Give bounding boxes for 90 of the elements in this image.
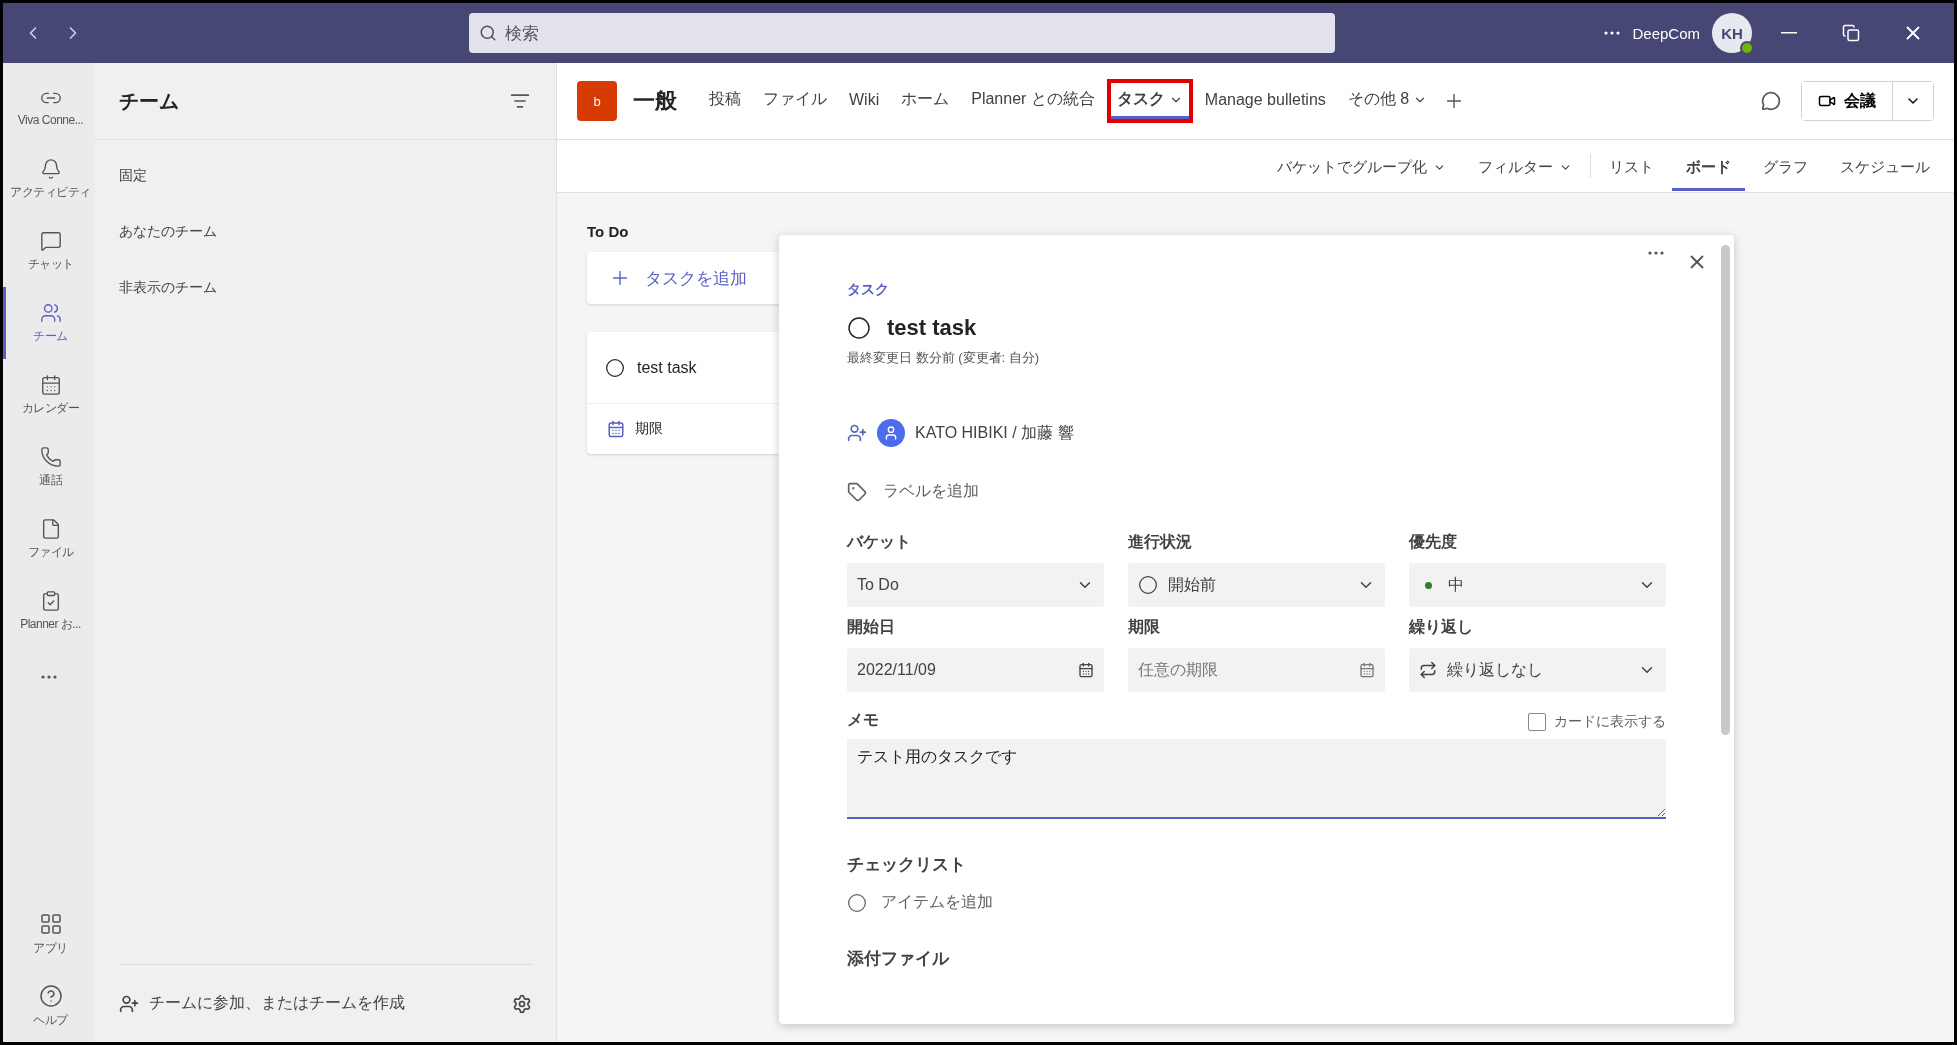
show-on-card-checkbox[interactable]: カードに表示する xyxy=(1528,713,1666,731)
search-icon xyxy=(479,24,497,42)
app-icon xyxy=(39,301,62,324)
modified-text: 最終変更日 数分前 (変更者: 自分) xyxy=(847,349,1041,367)
filter-icon[interactable] xyxy=(510,91,530,111)
app-icon xyxy=(39,157,62,180)
channel-tab[interactable]: Planner との統合 xyxy=(965,83,1101,119)
rail-item[interactable]: Planner お... xyxy=(3,575,95,647)
scrollbar[interactable] xyxy=(1721,245,1730,735)
field-label: 繰り返し xyxy=(1409,617,1474,637)
dropdown-field[interactable]: 繰り返しなし xyxy=(1409,648,1666,692)
view-dropdown[interactable]: バケットでグループ化 xyxy=(1263,147,1460,191)
field-label: 優先度 xyxy=(1409,532,1458,552)
circle-icon xyxy=(847,892,867,913)
assign-icon[interactable] xyxy=(847,423,867,443)
view-tab[interactable]: グラフ xyxy=(1749,147,1822,191)
channel-tab[interactable]: その他 8 xyxy=(1341,83,1434,119)
calendar-icon xyxy=(1359,662,1375,678)
calendar-icon xyxy=(607,420,625,438)
channel-tab[interactable]: Wiki xyxy=(843,83,886,119)
app-icon xyxy=(39,373,62,396)
grid-icon xyxy=(38,911,63,936)
field-label: メモ xyxy=(847,710,879,730)
more-icon xyxy=(1648,251,1664,255)
field-label: 進行状況 xyxy=(1128,532,1193,552)
date-field[interactable]: 任意の期限 xyxy=(1128,648,1385,692)
dropdown-field[interactable]: To Do xyxy=(847,563,1104,607)
calendar-icon xyxy=(1078,662,1094,678)
sidebar-section[interactable]: 非表示のチーム xyxy=(95,260,556,316)
task-checkbox[interactable] xyxy=(605,357,625,378)
sidebar-section[interactable]: 固定 xyxy=(95,148,556,204)
settings-icon[interactable] xyxy=(512,993,532,1014)
channel-tab[interactable]: ホーム xyxy=(895,83,956,119)
assignee-name: KATO HIBIKI / 加藤 響 xyxy=(915,422,1074,443)
attachments-heading: 添付ファイル xyxy=(847,948,951,970)
bucket-title: To Do xyxy=(587,223,630,240)
app-icon xyxy=(39,445,62,468)
more-icon[interactable] xyxy=(1604,31,1621,35)
join-team-link[interactable]: チームに参加、またはチームを作成 xyxy=(149,993,405,1014)
priority-dot-icon xyxy=(1425,581,1432,589)
date-field[interactable]: 2022/11/09 xyxy=(847,648,1104,692)
person-icon xyxy=(883,425,899,441)
rail-item[interactable]: アプリ xyxy=(3,898,95,970)
circle-icon xyxy=(1138,575,1158,595)
more-apps-icon[interactable] xyxy=(41,675,57,679)
join-team-icon xyxy=(119,993,139,1014)
view-dropdown[interactable]: フィルター xyxy=(1464,147,1586,191)
field-label: 開始日 xyxy=(847,617,896,637)
minimize-icon xyxy=(1781,32,1797,34)
dropdown-field[interactable]: 開始前 xyxy=(1128,563,1385,607)
org-name: DeepCom xyxy=(1632,24,1700,42)
dropdown-field[interactable]: 中 xyxy=(1409,563,1666,607)
panel-heading: タスク xyxy=(847,281,890,299)
app-icon xyxy=(39,229,62,252)
rail-item[interactable]: 通話 xyxy=(3,431,95,503)
memo-field[interactable]: テスト用のタスクです xyxy=(847,739,1666,819)
view-tab[interactable]: リスト xyxy=(1595,147,1668,191)
task-checkbox[interactable] xyxy=(847,316,871,340)
channel-tab[interactable]: ファイル xyxy=(757,83,833,119)
team-badge: b xyxy=(577,81,617,121)
add-item-button[interactable]: アイテムを追加 xyxy=(847,892,993,913)
view-tab[interactable]: スケジュール xyxy=(1826,147,1944,191)
chat-bubble-icon xyxy=(1761,91,1781,111)
view-tab[interactable]: ボード xyxy=(1672,147,1745,191)
task-title: test task xyxy=(637,358,697,377)
channel-tab[interactable]: 投稿 xyxy=(703,83,747,119)
add-label-button[interactable]: ラベルを追加 xyxy=(847,481,979,502)
channel-name: 一般 xyxy=(633,87,677,115)
field-label: 期限 xyxy=(1128,617,1161,637)
task-title: test task xyxy=(887,315,977,341)
rail-item[interactable]: ヘルプ xyxy=(3,970,95,1042)
meeting-button[interactable]: 会議 xyxy=(1802,82,1893,120)
repeat-icon xyxy=(1419,661,1437,679)
rail-item[interactable]: ファイル xyxy=(3,503,95,575)
rail-item[interactable]: カレンダー xyxy=(3,359,95,431)
channel-tab[interactable]: Manage bulletins xyxy=(1198,83,1332,119)
field-label: バケット xyxy=(847,532,912,552)
rail-item[interactable]: アクティビティ xyxy=(3,143,95,215)
channel-tab[interactable]: タスク xyxy=(1110,83,1189,119)
rail-item[interactable]: Viva Conne... xyxy=(3,71,95,143)
rail-item[interactable]: チャット xyxy=(3,215,95,287)
sidebar-title: チーム xyxy=(119,88,179,114)
user-avatar[interactable]: KH xyxy=(1712,13,1752,53)
search-field[interactable]: 検索 xyxy=(469,13,1335,53)
restore-icon xyxy=(1842,24,1860,42)
help-icon xyxy=(38,983,63,1008)
due-date-label: 期限 xyxy=(635,420,663,438)
tag-icon xyxy=(847,481,867,502)
sidebar-section[interactable]: あなたのチーム xyxy=(95,204,556,260)
checklist-heading: チェックリスト xyxy=(847,854,967,876)
